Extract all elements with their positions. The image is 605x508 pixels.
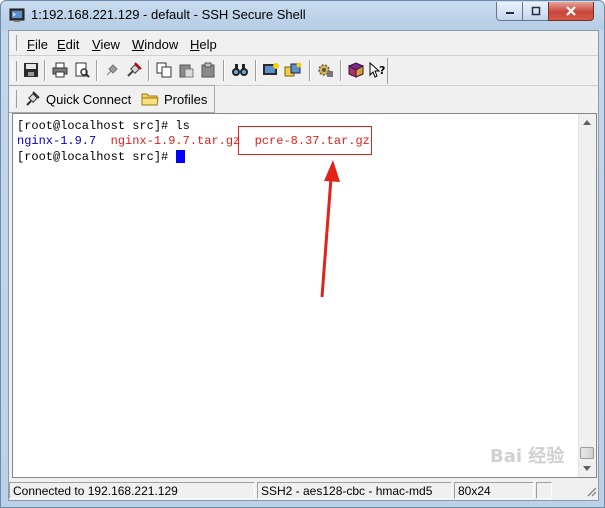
toolbar-separator — [148, 60, 150, 81]
dir-entry-nginx: nginx-1.9.7 — [17, 134, 97, 148]
client-area: File Edit View Window Help ? Quick Conne… — [8, 30, 599, 501]
menu-help[interactable]: Help — [190, 37, 217, 52]
minimize-button[interactable] — [496, 2, 523, 21]
connect-button[interactable] — [124, 60, 144, 80]
menu-bar: File Edit View Window Help — [9, 31, 598, 56]
vertical-scrollbar[interactable] — [578, 114, 596, 477]
toolbar-grip[interactable] — [12, 61, 17, 81]
paste-icon — [179, 64, 194, 78]
paste-button[interactable] — [176, 60, 196, 80]
watermark: Bai 经验 — [490, 446, 565, 467]
close-button[interactable] — [548, 2, 594, 21]
terminal-prompt-line: [root@localhost src]# — [17, 150, 176, 164]
new-terminal-icon — [263, 63, 279, 75]
quickbar-grip[interactable] — [12, 90, 17, 108]
paste-alt-icon — [201, 62, 215, 78]
folder-icon — [141, 93, 159, 106]
app-icon — [9, 8, 25, 22]
paste-alt-button[interactable] — [198, 60, 218, 80]
toolbar-separator — [223, 60, 225, 81]
help-book-button[interactable] — [346, 60, 366, 80]
close-icon — [566, 6, 576, 16]
new-file-transfer-icon — [284, 62, 302, 77]
ssh-client-window: 1:192.168.221.129 - default - SSH Secure… — [0, 0, 605, 508]
connect-icon — [127, 62, 142, 77]
print-icon — [52, 62, 68, 78]
print-preview-button[interactable] — [72, 60, 92, 80]
new-file-transfer-button[interactable] — [283, 60, 303, 80]
resize-grip-icon[interactable] — [585, 485, 597, 497]
terminal-pane[interactable]: [root@localhost src]# ls nginx-1.9.7 ngi… — [12, 113, 597, 478]
menu-file[interactable]: File — [27, 37, 48, 52]
main-toolbar: ? — [9, 57, 598, 86]
quick-connect-icon — [26, 91, 40, 106]
status-terminal-size: 80x24 — [454, 482, 534, 499]
maximize-icon — [531, 6, 540, 16]
svg-text:?: ? — [379, 64, 385, 77]
status-cipher: SSH2 - aes128-cbc - hmac-md5 — [257, 482, 452, 499]
disconnect-button[interactable] — [102, 60, 122, 80]
status-connection: Connected to 192.168.221.129 — [9, 482, 255, 499]
settings-button[interactable] — [315, 60, 335, 80]
menu-window[interactable]: Window — [132, 37, 178, 52]
arrow-up-icon — [583, 119, 591, 125]
quick-connect-label: Quick Connect — [46, 91, 132, 107]
new-terminal-button[interactable] — [261, 60, 281, 80]
quick-connect-button[interactable]: Quick Connect — [23, 89, 131, 109]
minimize-icon — [505, 12, 514, 14]
scroll-up-button[interactable] — [579, 114, 595, 130]
context-help-button[interactable]: ? — [367, 60, 387, 80]
scroll-thumb[interactable] — [580, 447, 594, 459]
print-button[interactable] — [50, 60, 70, 80]
terminal-line-1: [root@localhost src]# ls — [17, 119, 190, 133]
toolbar-separator — [96, 60, 98, 81]
print-preview-icon — [75, 62, 90, 78]
file-entry-nginx-tar: nginx-1.9.7.tar.gz — [110, 134, 241, 148]
find-button[interactable] — [230, 60, 250, 80]
title-bar[interactable]: 1:192.168.221.129 - default - SSH Secure… — [1, 1, 604, 29]
context-help-icon: ? — [369, 62, 385, 78]
toolbar-separator — [309, 60, 311, 81]
menubar-grip[interactable] — [12, 35, 17, 51]
status-extra — [536, 482, 552, 499]
scroll-down-button[interactable] — [579, 460, 595, 476]
copy-icon — [156, 62, 172, 78]
window-title: 1:192.168.221.129 - default - SSH Secure… — [31, 7, 306, 22]
menu-edit[interactable]: Edit — [57, 37, 79, 52]
status-bar: Connected to 192.168.221.129 SSH2 - aes1… — [9, 481, 598, 500]
settings-icon — [318, 64, 333, 77]
save-icon — [24, 63, 38, 77]
highlight-box — [238, 126, 372, 155]
menu-view[interactable]: View — [92, 37, 120, 52]
profiles-button[interactable]: Profiles — [141, 89, 207, 109]
quick-connect-bar: Quick Connect Profiles — [9, 85, 215, 113]
save-button[interactable] — [21, 60, 41, 80]
disconnect-icon — [106, 64, 118, 76]
toolbar-separator — [44, 60, 46, 81]
toolbar-end-edge — [387, 58, 388, 84]
toolbar-separator — [340, 60, 342, 81]
terminal-cursor — [176, 150, 185, 163]
find-icon — [232, 64, 248, 76]
arrow-down-icon — [583, 465, 591, 471]
help-book-icon — [347, 62, 365, 78]
profiles-label: Profiles — [164, 91, 208, 107]
maximize-button[interactable] — [522, 2, 549, 21]
toolbar-separator — [255, 60, 257, 81]
copy-button[interactable] — [154, 60, 174, 80]
